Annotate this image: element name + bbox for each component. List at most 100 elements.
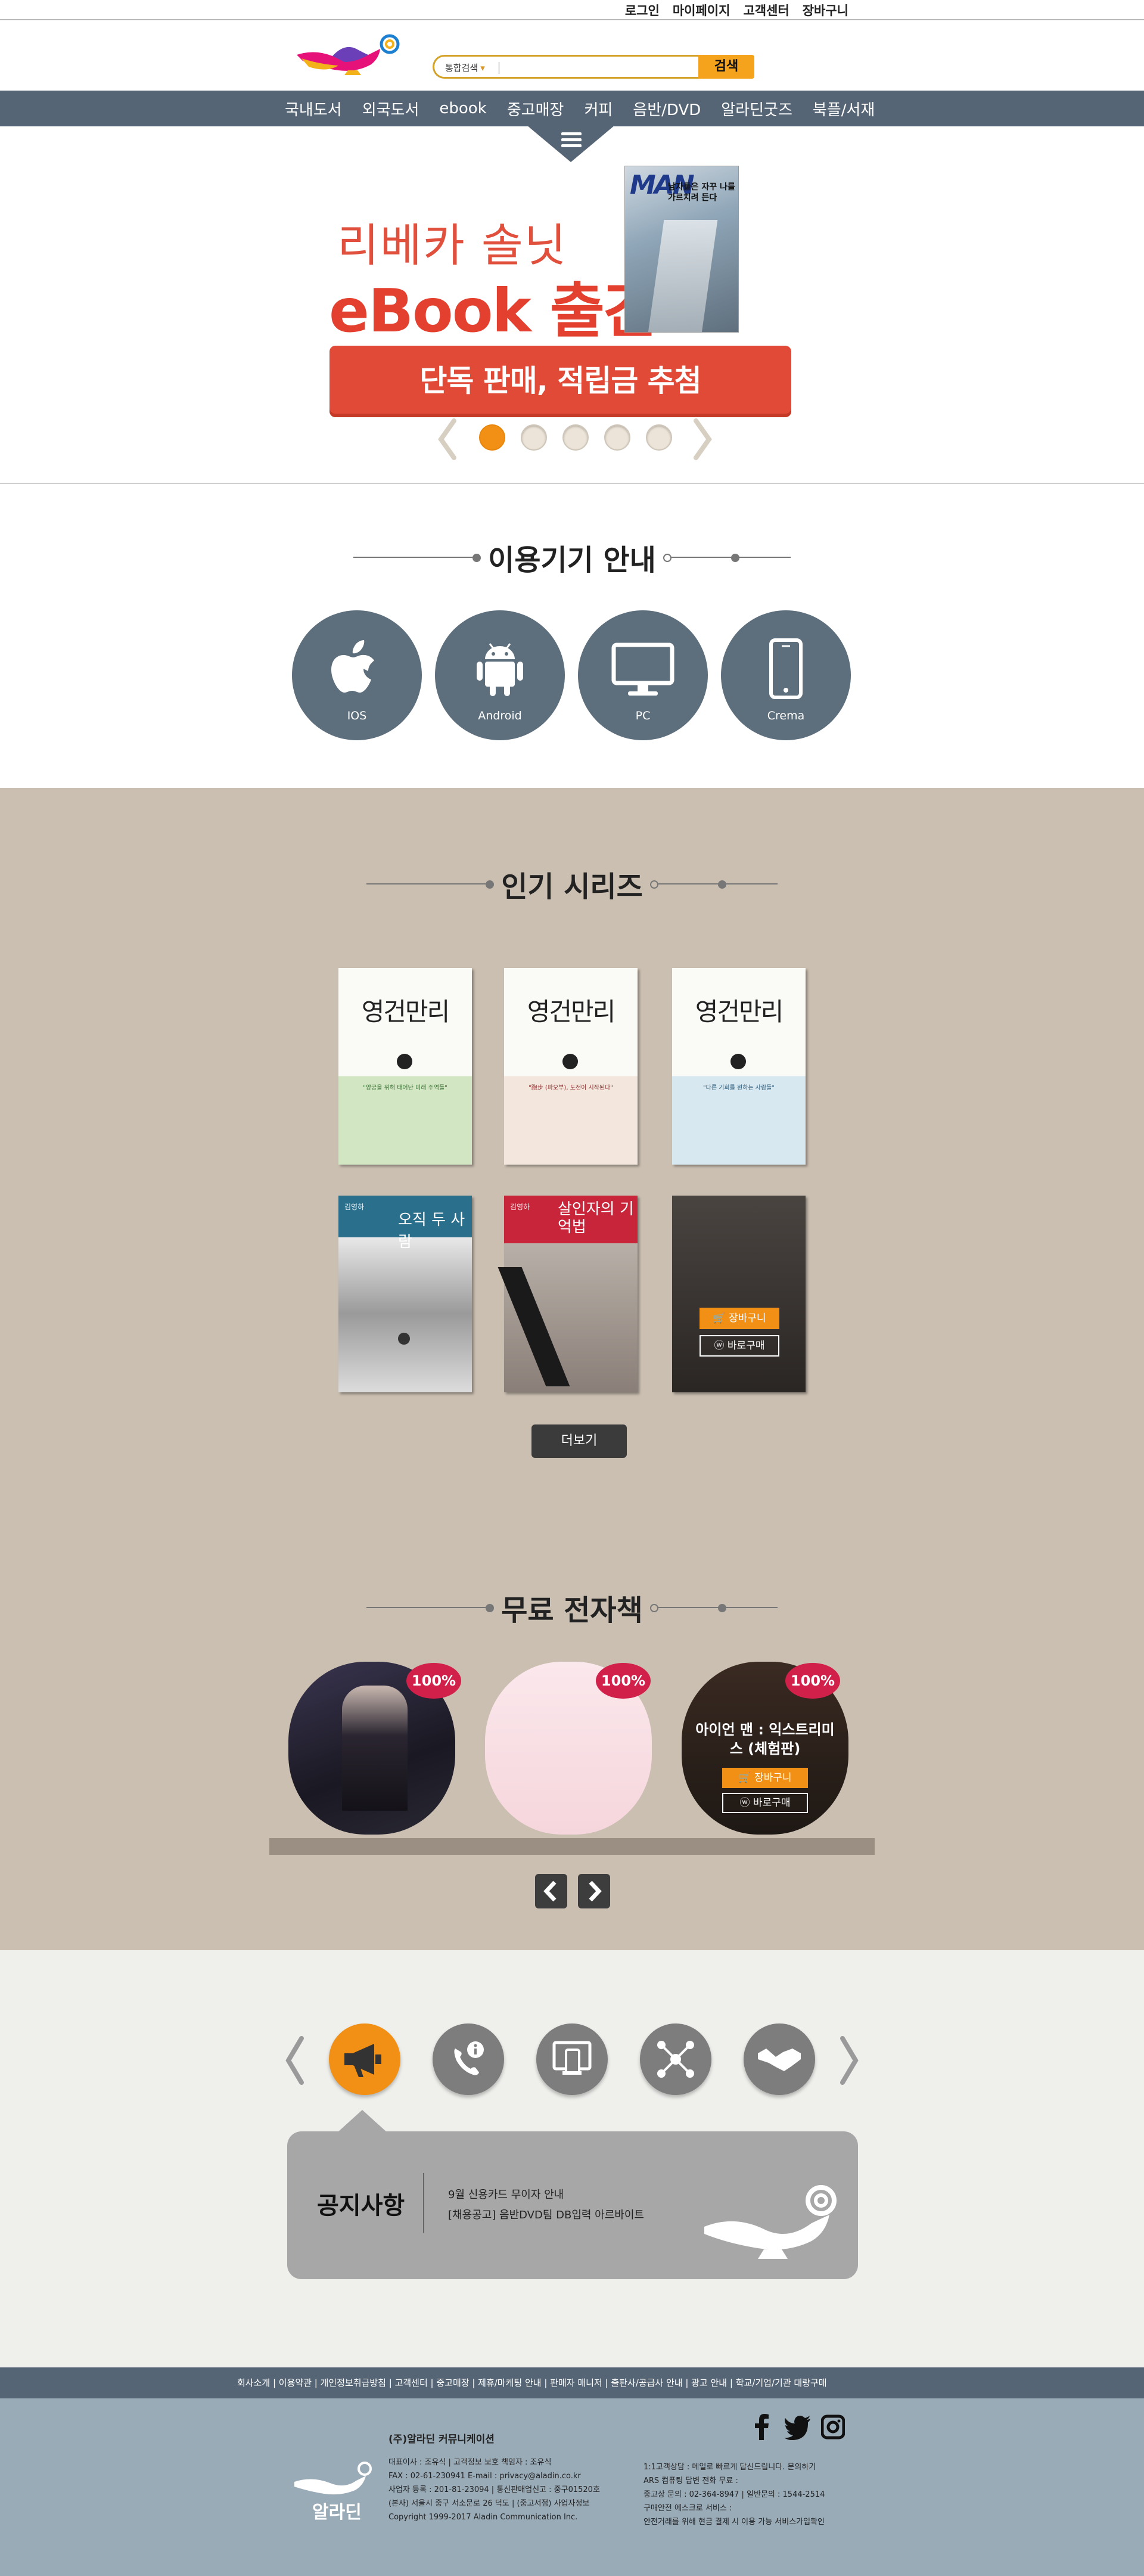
service-device-button[interactable]: [536, 2023, 608, 2095]
menu-icon[interactable]: [561, 132, 582, 150]
search-input[interactable]: [503, 60, 694, 75]
cover-shadow: [498, 1267, 570, 1386]
title-ornament-right: [649, 1604, 778, 1612]
device-pc[interactable]: PC: [578, 610, 708, 740]
free-ebook-title: 아이언 맨 : 익스트리미스 (체험판): [695, 1721, 835, 1757]
search-scope-select[interactable]: 통합검색 ▾: [445, 61, 485, 74]
banner-cta-button[interactable]: 단독 판매, 적립금 추첨: [329, 346, 791, 417]
nav-goods[interactable]: 알라딘굿즈: [721, 98, 792, 120]
notice-title: 공지사항: [317, 2192, 405, 2220]
phone-info-icon: [454, 2041, 484, 2075]
title-ornament-right: [649, 880, 778, 889]
banner-book-cover[interactable]: MAN 남자들은 자꾸 나를 가르치려 든다: [624, 166, 739, 333]
book-emblem-icon: [562, 1054, 578, 1069]
handshake-icon: [758, 2049, 801, 2071]
book-quote: "양궁을 위해 태어난 미래 주역들": [363, 1085, 447, 1091]
series-book-1[interactable]: 영건만리 "양궁을 위해 태어난 미래 주역들": [338, 968, 472, 1165]
footer-company: (주)알라딘 커뮤니케이션: [388, 2434, 495, 2445]
bookshelf: [269, 1838, 875, 1855]
book-quote: "跑步 (파오부), 도전이 시작된다": [529, 1085, 613, 1091]
tablet-icon: [552, 2041, 592, 2075]
service-call-button[interactable]: [433, 2023, 504, 2095]
footer-brand: 알라딘: [312, 2502, 362, 2523]
hero-banner: 리베카 솔닛 eBook 출간 MAN 남자들은 자꾸 나를 가르치려 든다 단…: [0, 126, 1144, 484]
series-book-3[interactable]: 영건만리 "다른 기회를 원하는 사람들": [672, 968, 806, 1165]
free-next-button[interactable]: [578, 1874, 610, 1908]
nav-ebook[interactable]: ebook: [439, 100, 486, 117]
w-icon: ⓦ: [714, 1340, 725, 1352]
book-title: 오직 두 사람: [398, 1211, 465, 1251]
free-cart-button[interactable]: 🛒 장바구니: [722, 1768, 808, 1788]
banner-dot-4[interactable]: [604, 424, 630, 451]
footer-lamp-logo: [291, 2460, 374, 2499]
service-prev-arrow-icon[interactable]: [282, 2035, 306, 2086]
cart-icon: 🛒: [738, 1772, 751, 1784]
series-book-5[interactable]: 김영하 살인자의 기억법: [498, 1196, 638, 1392]
cart-link[interactable]: 장바구니: [803, 1, 848, 19]
series-book-4[interactable]: 김영하 오직 두 사람: [338, 1196, 472, 1392]
free-badge-1: 100%: [406, 1663, 461, 1699]
social-links: [751, 2414, 845, 2440]
aladdin-lamp-logo[interactable]: [291, 31, 402, 81]
site-header: 통합검색 ▾ 검색: [0, 20, 1144, 91]
service-next-arrow-icon[interactable]: [838, 2035, 862, 2086]
banner-dot-1[interactable]: [479, 424, 505, 451]
megaphone-icon: [344, 2044, 381, 2077]
book-cart-button[interactable]: 🛒 장바구니: [700, 1308, 779, 1329]
book-emblem-icon: [730, 1054, 746, 1069]
free-prev-button[interactable]: [535, 1874, 567, 1908]
nav-domestic-books[interactable]: 국내도서: [285, 98, 342, 120]
free-badge-3: 100%: [785, 1663, 840, 1699]
notice-item-2[interactable]: [채용공고] 음반DVD팀 DB입력 아르바이트: [448, 2206, 644, 2222]
free-buy-button[interactable]: ⓦ 바로구매: [722, 1793, 808, 1813]
lamp-watermark-icon: [704, 2185, 837, 2259]
title-ornament-left: [366, 880, 495, 889]
book-title: 영건만리: [695, 997, 784, 1026]
book-emblem-icon: [397, 1054, 412, 1069]
banner-dot-3[interactable]: [562, 424, 589, 451]
more-button[interactable]: 더보기: [531, 1424, 627, 1458]
nav-foreign-books[interactable]: 외국도서: [362, 98, 419, 120]
customer-center-link[interactable]: 고객센터: [743, 1, 789, 19]
service-network-button[interactable]: [640, 2023, 711, 2095]
cover-figure: [648, 220, 718, 332]
device-ios[interactable]: IOS: [292, 610, 422, 740]
chevron-down-icon: ▾: [480, 63, 485, 73]
facebook-icon[interactable]: [751, 2414, 775, 2440]
cover-figure: [342, 1686, 408, 1811]
title-ornament-left: [353, 554, 481, 562]
series-book-6[interactable]: 🛒 장바구니 ⓦ 바로구매: [672, 1196, 806, 1392]
cover-figure: [398, 1333, 410, 1345]
book-author: 김영하: [344, 1203, 365, 1211]
banner-prev-arrow-icon[interactable]: [436, 418, 458, 460]
book-buy-button[interactable]: ⓦ 바로구매: [700, 1335, 779, 1357]
series-book-2[interactable]: 영건만리 "跑步 (파오부), 도전이 시작된다": [504, 968, 638, 1165]
banner-dot-5[interactable]: [646, 424, 672, 451]
notice-item-1[interactable]: 9월 신용카드 무이자 안내: [448, 2186, 564, 2202]
top-links: 로그인 마이페이지 고객센터 장바구니: [625, 1, 848, 19]
banner-dot-2[interactable]: [521, 424, 547, 451]
title-ornament-left: [366, 1604, 495, 1612]
apple-icon: [331, 640, 374, 693]
notice-divider: [423, 2173, 424, 2233]
device-android[interactable]: Android: [435, 610, 565, 740]
nav-music-dvd[interactable]: 음반/DVD: [633, 98, 701, 120]
instagram-icon[interactable]: [821, 2414, 845, 2440]
login-link[interactable]: 로그인: [625, 1, 660, 19]
main-nav: 국내도서 외국도서 ebook 중고매장 커피 음반/DVD 알라딘굿즈 북플/…: [0, 91, 1144, 126]
nav-used-store[interactable]: 중고매장: [507, 98, 564, 120]
twitter-icon[interactable]: [784, 2414, 812, 2440]
search-button[interactable]: 검색: [698, 55, 754, 79]
service-notice-button[interactable]: [329, 2023, 400, 2095]
banner-next-arrow-icon[interactable]: [692, 418, 714, 460]
mypage-link[interactable]: 마이페이지: [673, 1, 730, 19]
device-crema[interactable]: Crema: [721, 610, 851, 740]
banner-book-subtitle: 남자들은 자꾸 나를 가르치려 든다: [668, 182, 735, 203]
book-title: 영건만리: [527, 997, 616, 1026]
search-box: 통합검색 ▾: [433, 55, 698, 79]
service-partner-button[interactable]: [744, 2023, 815, 2095]
nav-coffee[interactable]: 커피: [584, 98, 613, 120]
book-title: 살인자의 기억법: [558, 1200, 634, 1236]
nav-bookple[interactable]: 북플/서재: [813, 98, 875, 120]
footer-links[interactable]: 회사소개 | 이용약관 | 개인정보취급방침 | 고객센터 | 중고매장 | 제…: [237, 2376, 827, 2389]
